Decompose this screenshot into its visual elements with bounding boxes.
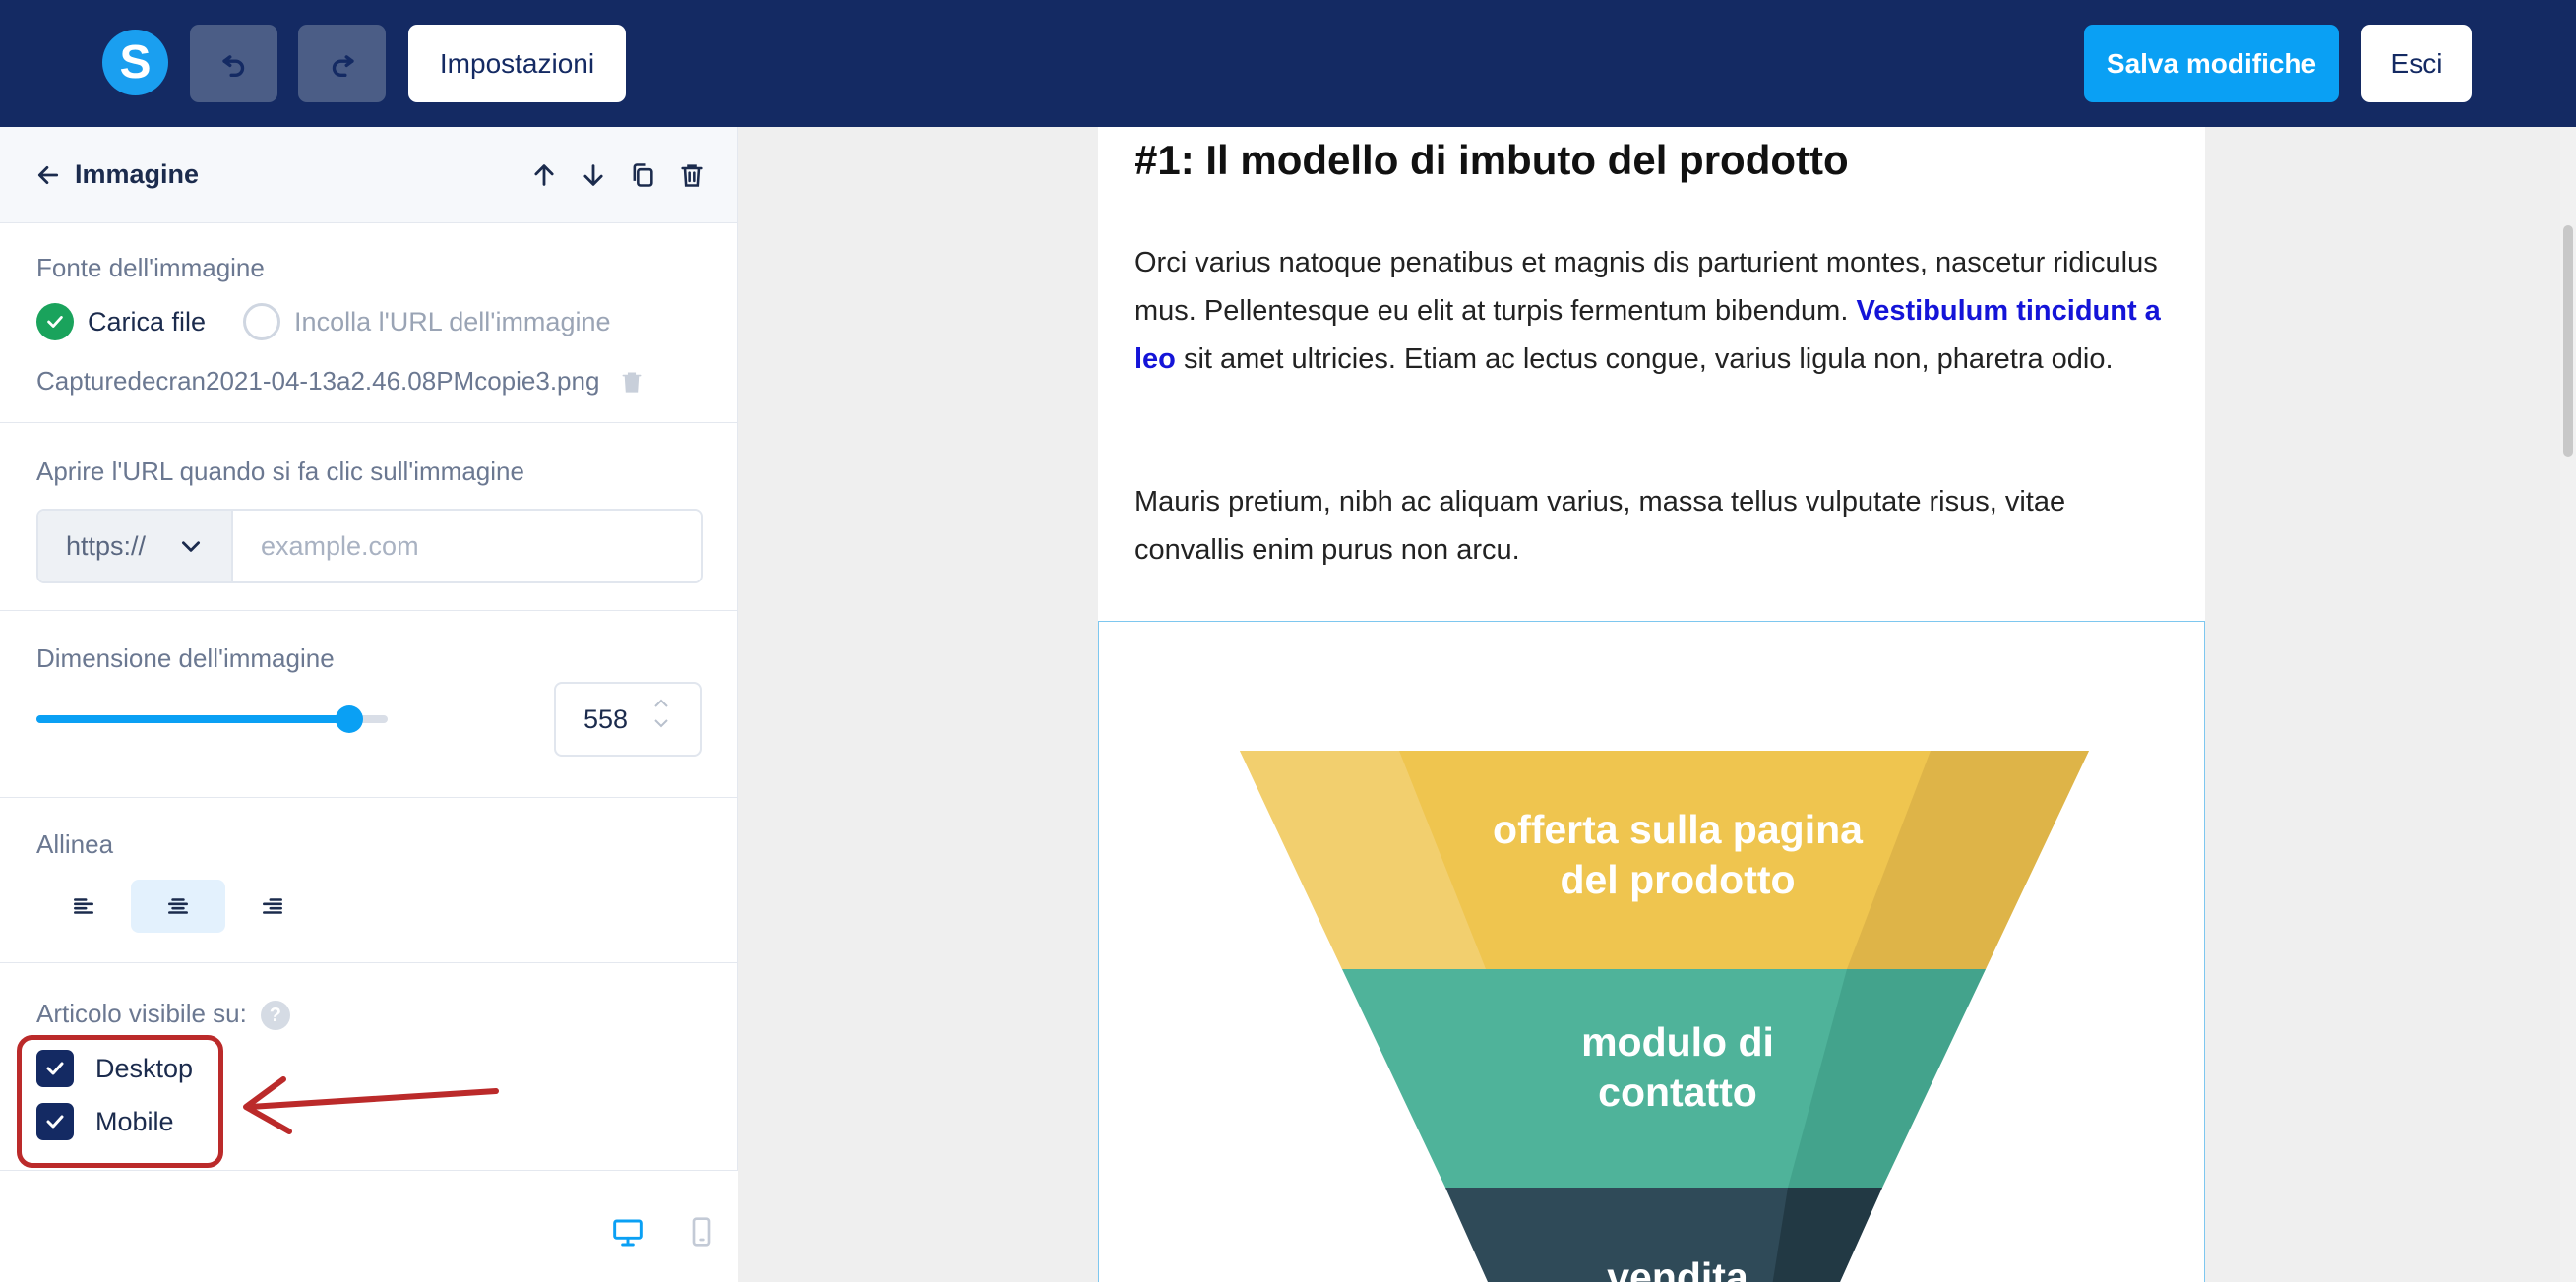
visibility-label: Articolo visibile su: bbox=[36, 999, 247, 1028]
align-section: Allinea bbox=[0, 798, 737, 963]
url-field: https:// bbox=[36, 509, 703, 583]
image-size-slider[interactable] bbox=[36, 705, 388, 733]
block-actions bbox=[530, 127, 705, 223]
align-options bbox=[36, 880, 701, 933]
funnel-image: offerta sulla pagina del prodotto modulo… bbox=[1240, 751, 2089, 1282]
article-heading: #1: Il modello di imbuto del prodotto bbox=[1135, 137, 1849, 183]
arrow-left-icon bbox=[37, 165, 59, 184]
image-source-label: Fonte dell'immagine bbox=[36, 253, 265, 282]
chevron-down-icon bbox=[182, 541, 200, 552]
stepper-down-icon[interactable] bbox=[652, 717, 670, 729]
paste-url-option[interactable]: Incolla l'URL dell'immagine bbox=[294, 307, 610, 337]
image-size-value: 558 bbox=[583, 703, 629, 734]
upload-file-option[interactable]: Carica file bbox=[88, 307, 206, 337]
image-size-input[interactable]: 558 bbox=[554, 682, 702, 757]
scrollbar-thumb[interactable] bbox=[2563, 225, 2573, 457]
uploaded-filename-row: Capturedecran2021-04-13a2.46.08PMcopie3.… bbox=[36, 366, 701, 397]
slider-fill bbox=[36, 715, 349, 723]
panel-title: Immagine bbox=[75, 159, 200, 189]
delete-icon[interactable] bbox=[678, 161, 705, 189]
align-center-icon bbox=[168, 898, 188, 914]
remove-file-icon[interactable] bbox=[619, 369, 644, 395]
desktop-view-icon[interactable] bbox=[612, 1218, 644, 1248]
protocol-select[interactable]: https:// bbox=[38, 511, 233, 581]
image-size-label: Dimensione dell'immagine bbox=[36, 643, 335, 673]
email-content: #1: Il modello di imbuto del prodotto Or… bbox=[1098, 127, 2205, 1282]
move-down-icon[interactable] bbox=[580, 161, 607, 189]
help-icon[interactable]: ? bbox=[260, 1001, 290, 1031]
duplicate-icon[interactable] bbox=[629, 161, 656, 189]
slider-handle[interactable] bbox=[335, 705, 363, 733]
image-size-section: Dimensione dell'immagine 558 bbox=[0, 611, 737, 798]
protocol-value: https:// bbox=[66, 530, 147, 561]
mobile-view-icon[interactable] bbox=[691, 1216, 712, 1248]
article-paragraph-1: Orci varius natoque penatibus et magnis … bbox=[1135, 239, 2168, 384]
image-link-label: Aprire l'URL quando si fa clic sull'imma… bbox=[36, 457, 524, 486]
align-right-button[interactable] bbox=[225, 880, 320, 933]
align-left-icon bbox=[74, 898, 93, 914]
align-right-icon bbox=[263, 898, 282, 914]
funnel-bottom-label: vendita bbox=[1607, 1254, 1749, 1282]
annotation-arrow-icon bbox=[243, 1076, 499, 1134]
align-center-button[interactable] bbox=[131, 880, 225, 933]
preview-device-bar bbox=[0, 1170, 738, 1282]
funnel-top-label-1: offerta sulla pagina bbox=[1493, 807, 1864, 852]
uploaded-filename: Capturedecran2021-04-13a2.46.08PMcopie3.… bbox=[36, 366, 600, 396]
move-up-icon[interactable] bbox=[530, 161, 558, 189]
number-stepper bbox=[652, 698, 670, 729]
redo-icon bbox=[332, 54, 354, 77]
radio-paste-url[interactable] bbox=[243, 303, 281, 340]
undo-button[interactable] bbox=[190, 25, 277, 102]
redo-button[interactable] bbox=[298, 25, 386, 102]
save-changes-button[interactable]: Salva modifiche bbox=[2084, 25, 2339, 102]
funnel-mid-label-2: contatto bbox=[1598, 1069, 1757, 1115]
paragraph-text: sit amet ultricies. Etiam ac lectus cong… bbox=[1175, 343, 2114, 375]
selected-image-block[interactable]: offerta sulla pagina del prodotto modulo… bbox=[1098, 621, 2205, 1282]
exit-button[interactable]: Esci bbox=[2361, 25, 2472, 102]
undo-icon bbox=[221, 54, 244, 77]
top-bar: S Impostazioni Salva modifiche Esci bbox=[0, 0, 2576, 127]
align-label: Allinea bbox=[36, 829, 114, 859]
stepper-up-icon[interactable] bbox=[652, 698, 670, 709]
visibility-label-row: Articolo visibile su:? bbox=[36, 999, 701, 1031]
article-paragraph-2: Mauris pretium, nibh ac aliquam varius, … bbox=[1135, 486, 2066, 566]
url-input[interactable] bbox=[233, 511, 701, 581]
funnel-top-label-2: del prodotto bbox=[1560, 857, 1795, 902]
app-logo: S bbox=[102, 30, 168, 95]
panel-header: Immagine bbox=[0, 127, 737, 223]
check-icon bbox=[47, 316, 63, 328]
canvas-scrollbar[interactable] bbox=[2560, 127, 2576, 1282]
radio-upload-selected[interactable] bbox=[36, 303, 74, 340]
image-source-section: Fonte dell'immagine Carica file Incolla … bbox=[0, 223, 737, 423]
back-button[interactable]: Immagine bbox=[35, 159, 199, 190]
image-link-section: Aprire l'URL quando si fa clic sull'imma… bbox=[0, 423, 737, 611]
annotation-highlight-box bbox=[17, 1035, 223, 1168]
align-left-button[interactable] bbox=[36, 880, 131, 933]
funnel-mid-label-1: modulo di bbox=[1581, 1019, 1774, 1065]
email-preview-canvas: #1: Il modello di imbuto del prodotto Or… bbox=[738, 127, 2576, 1282]
settings-button[interactable]: Impostazioni bbox=[408, 25, 626, 102]
image-source-options: Carica file Incolla l'URL dell'immagine bbox=[36, 303, 701, 340]
